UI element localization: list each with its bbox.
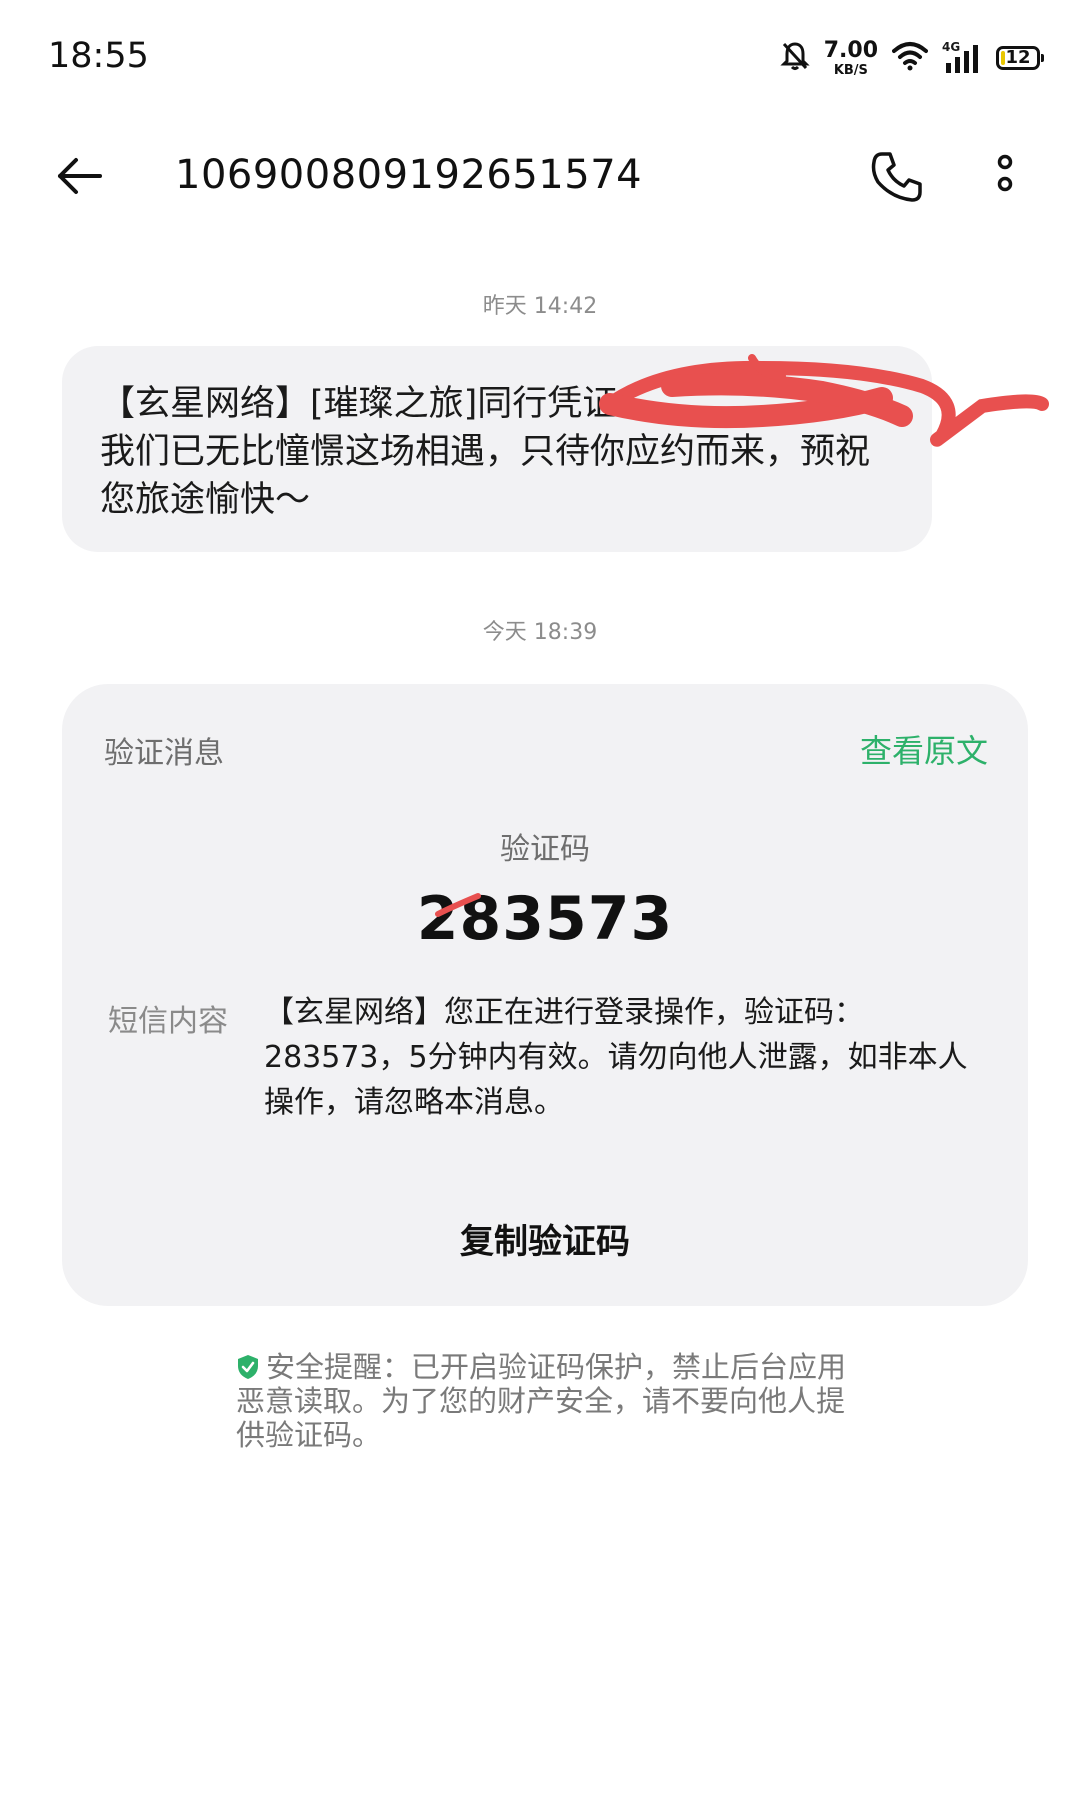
network-speed-unit: KB/S — [833, 62, 868, 78]
battery-icon: 12 — [996, 46, 1044, 70]
sms-content-label: 短信内容 — [108, 1004, 228, 1039]
message-text: 【玄星网络】[璀璨之旅]同行凭证 我们已无比憧憬这场相遇，只待你应约而来，预祝您… — [100, 384, 871, 520]
message-timestamp: 昨天 14:42 — [482, 294, 598, 319]
sms-content-text: 【玄星网络】您正在进行登录操作，验证码：283573，5分钟内有效。请勿向他人泄… — [264, 995, 968, 1120]
back-button[interactable] — [50, 146, 110, 206]
wifi-icon — [892, 41, 928, 75]
bell-muted-icon — [780, 40, 810, 76]
message-bubble[interactable]: 【玄星网络】[璀璨之旅]同行凭证 我们已无比憧憬这场相遇，只待你应约而来，预祝您… — [62, 346, 1049, 552]
network-speed-value: 7.00 — [823, 37, 878, 63]
copy-code-button[interactable]: 复制验证码 — [62, 1214, 1028, 1263]
shield-check-icon — [238, 1355, 258, 1379]
code-title: 验证码 — [500, 832, 590, 867]
conversation-header: 106900809192651574 — [0, 120, 1080, 230]
more-vertical-icon — [997, 154, 1013, 192]
verification-card-label: 验证消息 — [104, 736, 224, 771]
contact-number: 106900809192651574 — [175, 152, 643, 198]
back-arrow-icon — [58, 158, 102, 194]
security-note: 安全提醒：已开启验证码保护，禁止后台应用恶意读取。为了您的财产安全，请不要向他人… — [236, 1350, 856, 1452]
status-bar: 18:55 7.00 KB/S 4G 12 — [0, 0, 1080, 110]
verification-code: 283573 — [416, 884, 674, 954]
cellular-signal-icon: 4G — [942, 41, 982, 75]
battery-level: 12 — [1005, 47, 1031, 68]
status-time: 18:55 — [48, 36, 149, 76]
more-options-button[interactable] — [985, 148, 1025, 206]
card-timestamp: 今天 18:39 — [482, 620, 598, 645]
verification-card: 验证消息 查看原文 验证码 283573 短信内容 【玄星网络】您正在进行登录操… — [62, 684, 1028, 1306]
view-original-link[interactable]: 查看原文 — [860, 726, 988, 772]
status-icons: 7.00 KB/S 4G 12 — [780, 36, 1044, 80]
network-speed: 7.00 KB/S — [823, 37, 878, 78]
phone-icon — [871, 152, 922, 202]
security-note-text: 安全提醒：已开启验证码保护，禁止后台应用恶意读取。为了您的财产安全，请不要向他人… — [236, 1350, 847, 1452]
call-button[interactable] — [868, 148, 926, 206]
